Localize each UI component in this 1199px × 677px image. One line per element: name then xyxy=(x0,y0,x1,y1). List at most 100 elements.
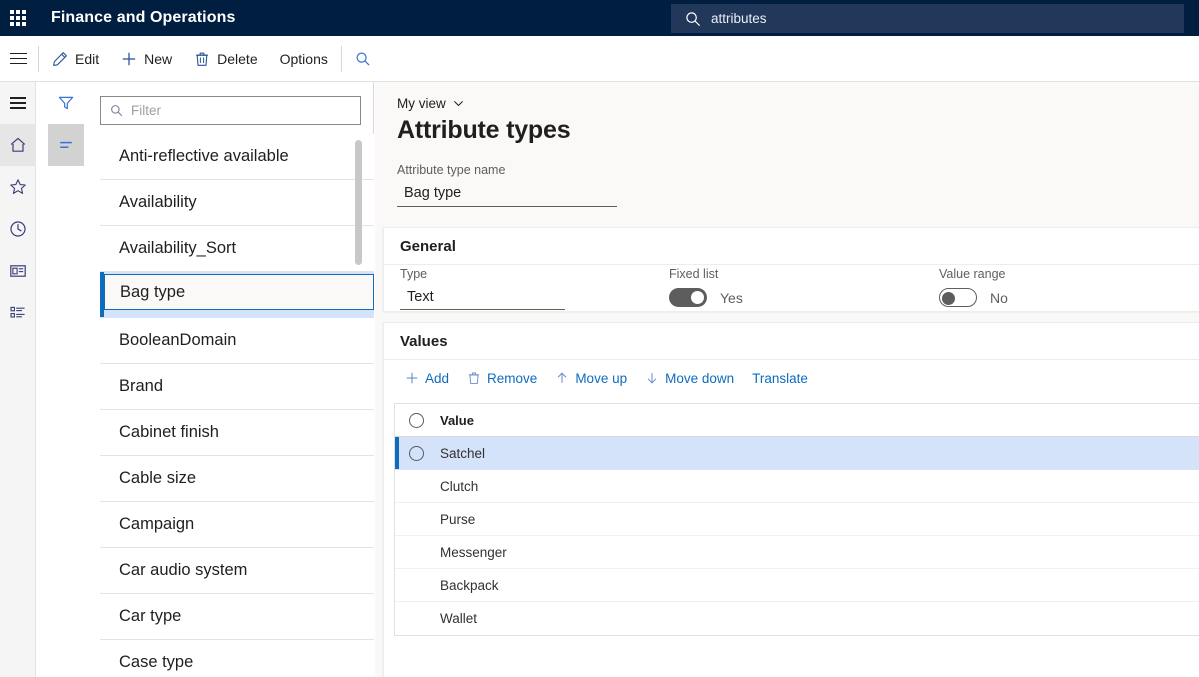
table-row[interactable]: Messenger xyxy=(395,536,1199,569)
toggle-knob xyxy=(942,292,955,305)
general-card: General Type Fixed list Yes Value range xyxy=(383,227,1199,312)
plus-icon xyxy=(121,51,137,67)
table-row[interactable]: Wallet xyxy=(395,602,1199,635)
remove-value-button[interactable]: Remove xyxy=(458,363,546,393)
row-value: Clutch xyxy=(437,479,478,494)
options-button[interactable]: Options xyxy=(269,36,339,82)
list-item-label: Case type xyxy=(119,653,193,672)
selection-indicator xyxy=(395,437,399,469)
list-item[interactable]: Availability xyxy=(100,180,374,226)
top-navigation-bar: Finance and Operations attributes xyxy=(0,0,1199,36)
sidebar-item-home[interactable] xyxy=(0,124,36,166)
star-icon xyxy=(9,178,27,196)
list-item[interactable]: Availability_Sort xyxy=(100,226,374,272)
row-value: Satchel xyxy=(437,446,485,461)
attribute-type-name-input[interactable] xyxy=(397,180,617,207)
sidebar-item-favorites[interactable] xyxy=(0,166,36,208)
list-item[interactable]: Cabinet finish xyxy=(100,410,374,456)
value-range-state: No xyxy=(990,290,1008,306)
options-button-label: Options xyxy=(280,51,328,67)
list-item[interactable]: Car type xyxy=(100,594,374,640)
sidebar-item-navigation-toggle[interactable] xyxy=(0,82,36,124)
fixed-list-toggle[interactable] xyxy=(669,288,707,307)
main-content: My view Attribute types Attribute type n… xyxy=(375,82,1199,677)
filter-input[interactable]: Filter xyxy=(100,96,361,125)
toggle-knob xyxy=(691,291,704,304)
list-item[interactable]: Cable size xyxy=(100,456,374,502)
value-range-field: Value range No xyxy=(939,267,1008,307)
translate-button[interactable]: Translate xyxy=(743,363,817,393)
list-item[interactable]: Case type xyxy=(100,640,374,677)
select-all-radio[interactable] xyxy=(395,413,437,428)
values-card-header[interactable]: Values xyxy=(384,323,1199,360)
list-item[interactable]: Brand xyxy=(100,364,374,410)
list-item-label: Availability xyxy=(119,193,197,212)
list-item-label: Availability_Sort xyxy=(119,239,236,258)
list-item-label: Cable size xyxy=(119,469,196,488)
app-title: Finance and Operations xyxy=(51,9,235,27)
sidebar-item-modules[interactable] xyxy=(0,292,36,334)
attribute-types-list-panel: Filter Anti-reflective available Availab… xyxy=(84,82,374,677)
move-down-button[interactable]: Move down xyxy=(636,363,743,393)
edit-button[interactable]: Edit xyxy=(41,36,110,82)
command-search-button[interactable] xyxy=(344,36,382,82)
list-item-selected[interactable]: Bag type xyxy=(100,272,374,318)
global-search-input[interactable]: attributes xyxy=(671,4,1184,33)
attribute-type-name-label: Attribute type name xyxy=(397,163,505,177)
list-scrollbar-thumb[interactable] xyxy=(355,140,362,265)
radio-icon xyxy=(409,446,424,461)
hamburger-menu-icon xyxy=(10,94,26,112)
hamburger-menu-icon[interactable] xyxy=(0,36,36,82)
translate-label: Translate xyxy=(752,371,808,386)
add-value-label: Add xyxy=(425,371,449,386)
type-field-label: Type xyxy=(400,267,565,281)
view-selector-label: My view xyxy=(397,96,446,111)
table-row[interactable]: Purse xyxy=(395,503,1199,536)
fixed-list-label: Fixed list xyxy=(669,267,743,281)
radio-icon xyxy=(409,413,424,428)
delete-button[interactable]: Delete xyxy=(183,36,268,82)
list-item[interactable]: Campaign xyxy=(100,502,374,548)
table-row[interactable]: Satchel xyxy=(395,437,1199,470)
divider xyxy=(341,46,342,72)
view-selector[interactable]: My view xyxy=(397,96,464,111)
list-item-label: Campaign xyxy=(119,515,194,534)
filter-pane-toggle[interactable] xyxy=(48,82,84,124)
value-range-toggle[interactable] xyxy=(939,288,977,307)
edit-pencil-icon xyxy=(52,51,68,67)
list-lines-icon xyxy=(57,136,75,154)
clock-icon xyxy=(9,220,27,238)
general-card-header[interactable]: General xyxy=(384,228,1199,265)
chevron-down-icon xyxy=(453,98,464,109)
sidebar-item-recent[interactable] xyxy=(0,208,36,250)
column-header-value: Value xyxy=(437,413,474,428)
value-range-label: Value range xyxy=(939,267,1008,281)
table-row[interactable]: Clutch xyxy=(395,470,1199,503)
list-item-label: Brand xyxy=(119,377,163,396)
type-input[interactable] xyxy=(400,285,565,310)
row-value: Messenger xyxy=(437,545,507,560)
values-grid-header: Value xyxy=(395,404,1199,437)
list-item[interactable]: Anti-reflective available xyxy=(100,134,374,180)
filter-input-placeholder: Filter xyxy=(131,103,161,118)
table-row[interactable]: Backpack xyxy=(395,569,1199,602)
list-item[interactable]: BooleanDomain xyxy=(100,318,374,364)
add-value-button[interactable]: Add xyxy=(396,363,458,393)
sidebar-item-workspaces[interactable] xyxy=(0,250,36,292)
remove-value-label: Remove xyxy=(487,371,537,386)
row-radio[interactable] xyxy=(395,446,437,461)
trash-icon xyxy=(467,371,481,385)
new-button[interactable]: New xyxy=(110,36,183,82)
app-launcher-icon[interactable] xyxy=(0,0,36,36)
list-item[interactable]: Car audio system xyxy=(100,548,374,594)
page-title: Attribute types xyxy=(397,116,570,145)
search-icon xyxy=(685,11,701,27)
attribute-types-list[interactable]: Anti-reflective available Availability A… xyxy=(100,134,374,677)
edit-button-label: Edit xyxy=(75,51,99,67)
home-icon xyxy=(9,136,27,154)
values-card: Values Add Remove xyxy=(383,322,1199,677)
move-up-button[interactable]: Move up xyxy=(546,363,636,393)
new-button-label: New xyxy=(144,51,172,67)
list-pane-toggle[interactable] xyxy=(48,124,84,166)
list-item-label: Car type xyxy=(119,607,181,626)
